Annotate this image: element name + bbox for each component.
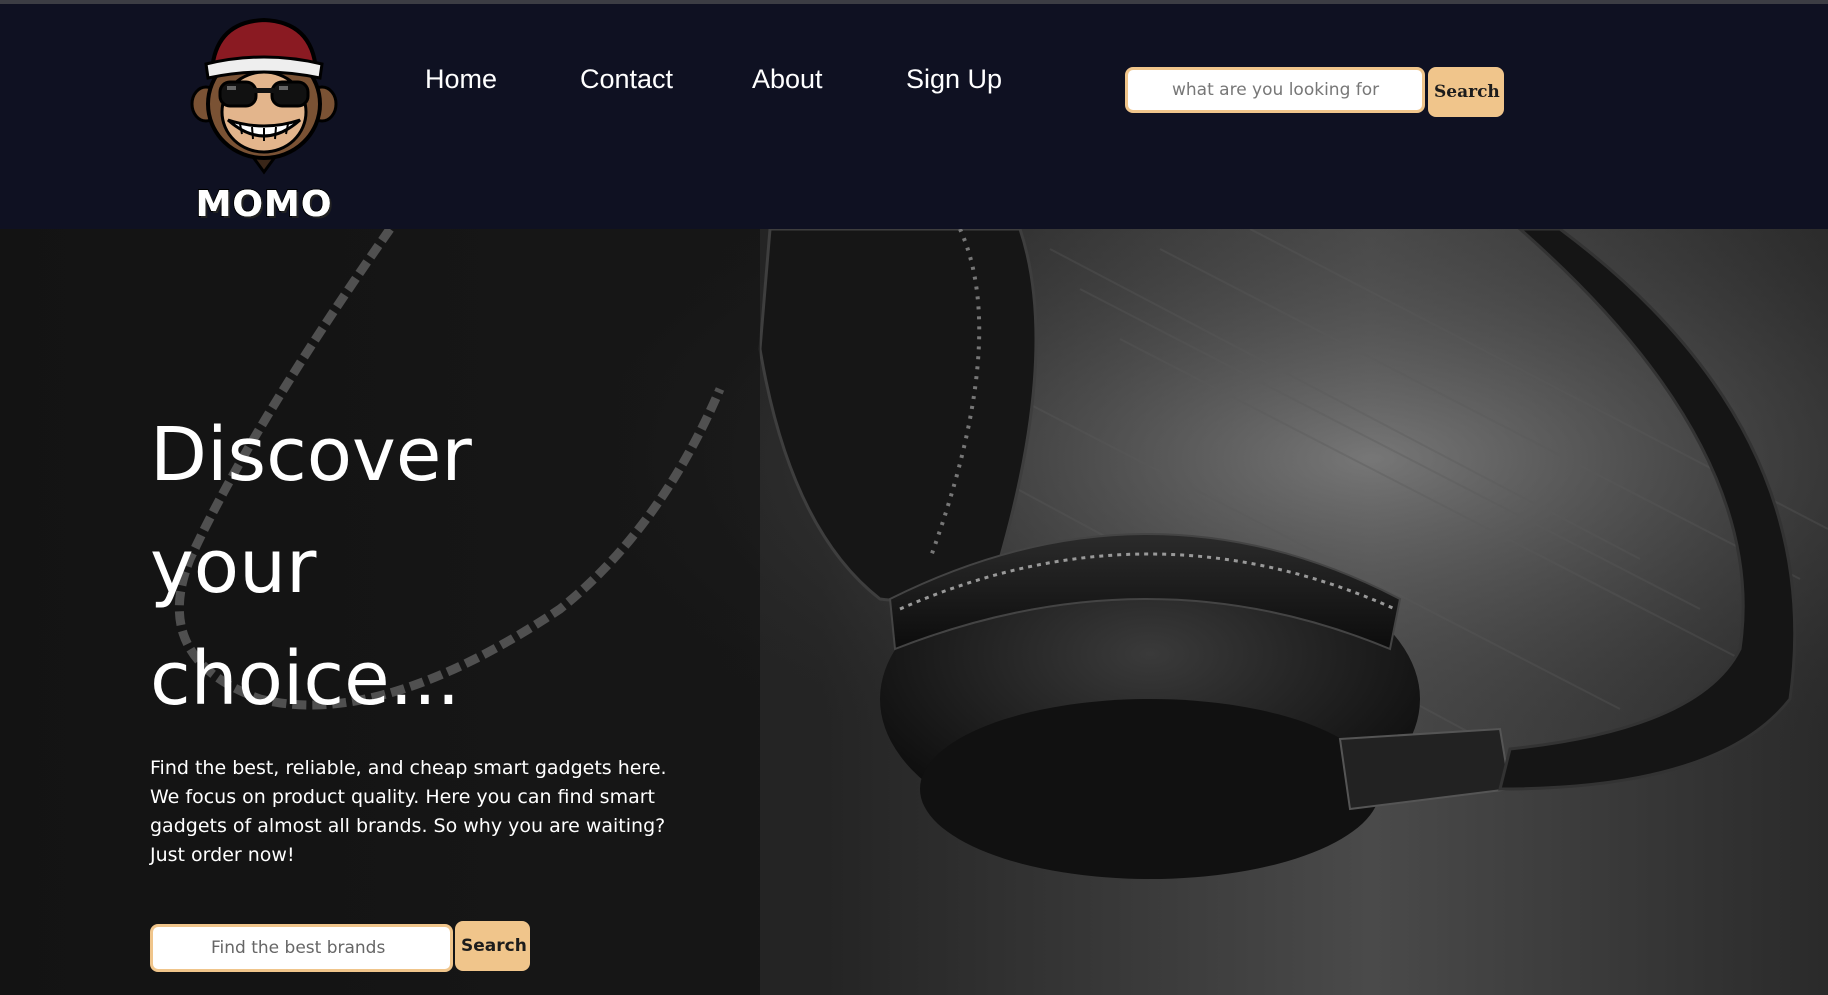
nav-link-sign-up[interactable]: Sign Up: [906, 64, 1002, 95]
hero-search-button[interactable]: Search: [455, 921, 530, 971]
nav-link-contact[interactable]: Contact: [580, 64, 673, 95]
navbar: MOMO Home Contact About Sign Up Search: [0, 4, 1828, 229]
header-search-button[interactable]: Search: [1428, 67, 1504, 117]
monkey-mascot-icon: [190, 17, 338, 175]
nav-link-home[interactable]: Home: [425, 64, 497, 95]
hero-heading-line-2: your: [150, 524, 317, 610]
hero-heading-line-1: Discover: [150, 412, 472, 498]
header-search-input[interactable]: [1125, 67, 1425, 113]
brand-name: MOMO: [195, 183, 333, 226]
hero-search-input[interactable]: [150, 924, 453, 972]
hero-description: Find the best, reliable, and cheap smart…: [150, 757, 667, 866]
hero-section: Discover your choice... Find the best, r…: [0, 229, 1828, 995]
hero-heading-line-3: choice...: [150, 636, 461, 722]
page: MOMO Home Contact About Sign Up Search: [0, 0, 1828, 995]
hero-heading: Discover your choice...: [150, 399, 750, 735]
brand-logo[interactable]: MOMO: [190, 12, 338, 227]
nav-link-about[interactable]: About: [752, 64, 823, 95]
